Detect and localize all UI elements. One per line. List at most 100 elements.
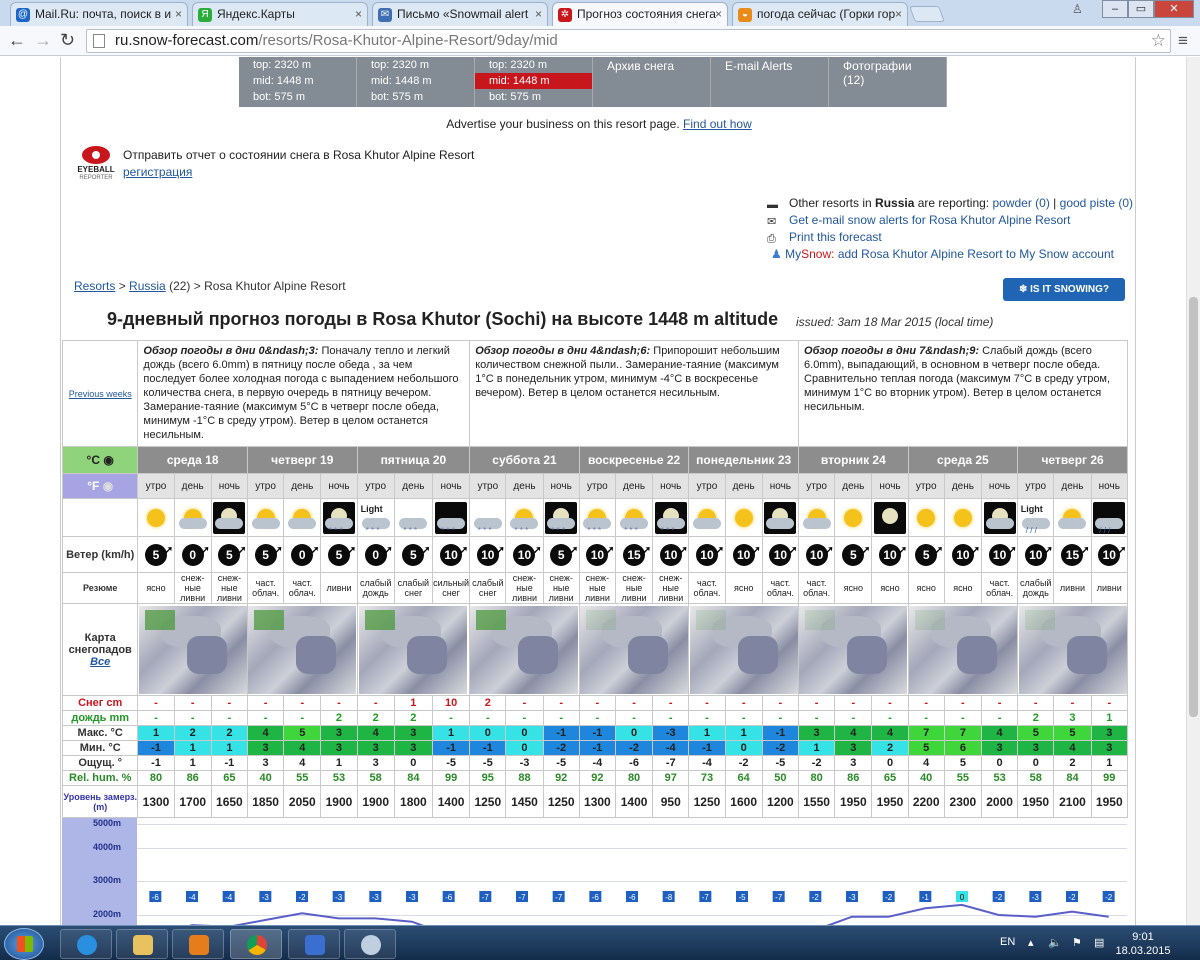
breadcrumb-russia[interactable]: Russia <box>129 279 166 293</box>
find-out-how-link[interactable]: Find out how <box>683 117 752 131</box>
add-to-mysnow-link[interactable]: add Rosa Khutor Alpine Resort to My Snow… <box>838 247 1114 261</box>
photos-link[interactable]: Фотографии (12) <box>829 57 947 107</box>
snowfall-map[interactable] <box>137 603 248 696</box>
summary-cell: част. облач. <box>283 572 322 604</box>
ie-taskbar-button[interactable] <box>60 929 112 959</box>
reload-icon[interactable]: ↻ <box>60 30 75 50</box>
summary-cell: слабый снег <box>393 572 433 604</box>
cloud-sun-snow-icon: * * * <box>508 502 540 534</box>
time-of-day: утро <box>137 473 175 499</box>
freeze-cell: 1300 <box>578 785 616 818</box>
snowfall-map[interactable] <box>578 603 690 696</box>
weather-cell <box>907 498 945 537</box>
media-taskbar-button[interactable] <box>172 929 224 959</box>
weather-cell <box>834 498 873 537</box>
country-name: Russia <box>875 196 915 210</box>
language-indicator[interactable]: EN <box>1000 936 1015 948</box>
night-snow-icon: * * * <box>435 501 468 534</box>
tab-close-icon[interactable]: × <box>535 3 542 25</box>
resort-nav-elevations-2[interactable]: top: 2320 m mid: 1448 m bot: 575 m <box>357 57 475 107</box>
hum-cell: 86 <box>834 770 873 786</box>
resort-nav-elevations-1[interactable]: top: 2320 m mid: 1448 m bot: 575 m <box>239 57 357 107</box>
snowfall-map[interactable] <box>469 603 580 696</box>
wind-speed: 5 <box>849 547 857 562</box>
chrome-taskbar-button[interactable] <box>230 929 282 959</box>
volume-icon[interactable]: 🔈 <box>1048 936 1062 949</box>
unit-celsius-toggle[interactable]: °C ◉ <box>61 446 139 474</box>
browser-tab[interactable]: @ Mail.Ru: почта, поиск в и × <box>10 2 188 26</box>
chart-temp-marker: 0 <box>956 891 968 902</box>
max-cell: -3 <box>652 725 690 741</box>
snowfall-map[interactable] <box>1017 603 1128 696</box>
chart-temp-label: 0 <box>960 893 965 902</box>
moon-cloud-icon <box>213 501 246 534</box>
print-forecast-link[interactable]: Print this forecast <box>789 230 882 244</box>
forward-arrow-icon[interactable]: → <box>34 30 52 50</box>
summary-cell: ясно <box>943 572 982 604</box>
browser-tab[interactable]: Я Яндекс.Карты × <box>192 2 368 26</box>
snow-cell: - <box>834 695 873 711</box>
good-piste-link[interactable]: good piste (0) <box>1060 196 1133 210</box>
new-tab-button[interactable] <box>909 6 945 22</box>
scrollbar-thumb[interactable] <box>1189 297 1198 717</box>
rain-cell: - <box>652 710 690 726</box>
browser-tab[interactable]: ✲ Прогноз состояния снега × <box>552 2 728 27</box>
snowfall-map[interactable] <box>798 603 909 696</box>
is-it-snowing-button[interactable]: ❄ IS IT SNOWING? <box>1003 278 1125 301</box>
max-cell: 0 <box>505 725 544 741</box>
menu-icon[interactable]: ≡ <box>1178 31 1188 51</box>
maximize-button[interactable]: ▭ <box>1128 0 1154 18</box>
snow-cell: - <box>943 695 982 711</box>
browser-tab[interactable]: ✉ Письмо «Snowmail alert × <box>372 2 548 26</box>
wind-cell: 10 ➚ <box>871 536 909 573</box>
snowfall-map[interactable] <box>688 603 800 696</box>
snow-archive-link[interactable]: Архив снега <box>593 57 711 107</box>
snow-label[interactable]: Snow: <box>801 247 834 261</box>
min-cell: 4 <box>1053 740 1092 756</box>
eyeball-reporter-logo: EYEBALL REPORTER <box>71 145 121 181</box>
email-alerts-link[interactable]: E-mail Alerts <box>711 57 829 107</box>
snow-cell: - <box>614 695 654 711</box>
previous-weeks-link[interactable]: Previous weeks <box>69 389 132 399</box>
network-icon[interactable]: ▤ <box>1094 936 1104 949</box>
browser-tab[interactable]: ◒ погода сейчас (Горки гор × <box>732 2 908 26</box>
app-taskbar-button[interactable] <box>288 929 340 959</box>
my-label[interactable]: My <box>785 247 801 261</box>
start-button[interactable] <box>4 928 44 960</box>
clock[interactable]: 9:01 18.03.2015 <box>1113 930 1173 958</box>
day-header: среда 25 <box>907 446 1019 474</box>
tab-close-icon[interactable]: × <box>355 3 362 25</box>
close-window-button[interactable]: ✕ <box>1154 0 1194 18</box>
tab-close-icon[interactable]: × <box>175 3 182 25</box>
time-of-day: утро <box>578 473 616 499</box>
address-bar[interactable]: ru.snow-forecast.com/resorts/Rosa-Khutor… <box>86 29 1171 53</box>
tab-close-icon[interactable]: × <box>715 3 722 25</box>
wind-cell: 10 ➚ <box>688 536 726 573</box>
minimize-button[interactable]: – <box>1102 0 1128 18</box>
bookmark-star-icon[interactable]: ☆ <box>1151 30 1166 52</box>
tab-close-icon[interactable]: × <box>895 3 902 25</box>
breadcrumb-resorts[interactable]: Resorts <box>74 279 115 293</box>
tab-favicon-icon: @ <box>16 8 30 22</box>
eyeball-logo-top: EYEBALL <box>77 165 114 174</box>
explorer-taskbar-button[interactable] <box>116 929 168 959</box>
elev-mid-selected[interactable]: mid: 1448 m <box>475 73 592 89</box>
powder-link[interactable]: powder (0) <box>992 196 1049 210</box>
resort-nav-elevations-3[interactable]: top: 2320 m mid: 1448 m bot: 575 m <box>475 57 593 107</box>
all-maps-link[interactable]: Все <box>90 656 110 668</box>
tray-arrow-icon[interactable]: ▴ <box>1028 936 1034 949</box>
snow-alerts-link[interactable]: Get e-mail snow alerts for Rosa Khutor A… <box>789 213 1070 227</box>
vertical-scrollbar[interactable] <box>1186 57 1200 925</box>
max-cell: 1 <box>431 725 471 741</box>
snowfall-map[interactable] <box>907 603 1019 696</box>
unit-fahrenheit-toggle[interactable]: °F ◉ <box>61 473 139 499</box>
user-icon[interactable]: ♙ <box>1072 2 1090 18</box>
back-arrow-icon[interactable]: ← <box>8 30 26 50</box>
wind-badge: 10 ➚ <box>769 543 797 566</box>
rain-cell: - <box>834 710 873 726</box>
paint-taskbar-button[interactable] <box>344 929 396 959</box>
snowfall-map[interactable] <box>246 603 358 696</box>
register-link[interactable]: регистрация <box>123 165 192 179</box>
snowfall-map[interactable] <box>356 603 471 696</box>
flag-icon[interactable]: ⚑ <box>1072 936 1082 949</box>
